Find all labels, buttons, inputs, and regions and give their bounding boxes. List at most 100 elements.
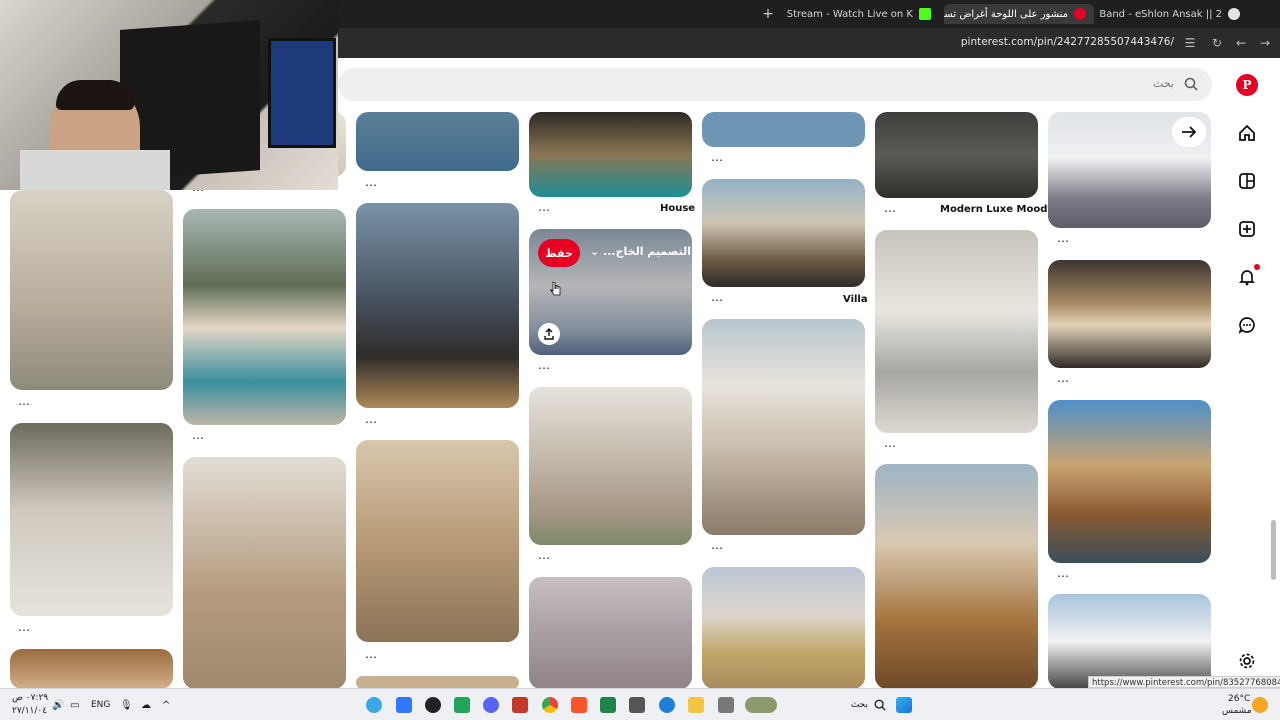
taskbar-search[interactable]: بحث — [800, 695, 890, 715]
pin-image[interactable] — [1048, 260, 1211, 368]
pin-more-button[interactable]: … — [884, 201, 897, 215]
pin-more-button[interactable]: … — [365, 175, 378, 189]
explore-icon[interactable] — [1236, 170, 1258, 192]
app-icon[interactable] — [454, 697, 470, 713]
pin-more-button[interactable]: … — [711, 538, 724, 552]
pin-more-button[interactable]: … — [711, 290, 724, 304]
chrome-icon[interactable] — [542, 697, 558, 713]
pin-more-button[interactable]: … — [538, 200, 551, 214]
pin-more-button[interactable]: … — [365, 647, 378, 661]
widget-thumbnail[interactable] — [745, 697, 777, 713]
pin-image[interactable] — [702, 567, 865, 689]
pin-image[interactable] — [10, 423, 173, 616]
microphone-icon[interactable]: 🎙 — [120, 700, 133, 711]
pin-more-button[interactable]: … — [711, 150, 724, 164]
reload-icon[interactable]: ↻ — [1209, 35, 1225, 51]
pin-image[interactable] — [702, 112, 865, 147]
pin-caption: Modern Luxe Moody... — [940, 204, 1065, 215]
app-icon[interactable] — [512, 697, 528, 713]
pin-more-button[interactable]: … — [192, 428, 205, 442]
pinterest-favicon-icon — [1074, 8, 1086, 20]
pin-more-button[interactable]: … — [1057, 231, 1070, 245]
file-explorer-icon[interactable] — [688, 697, 704, 713]
reader-mode-icon[interactable]: ☰ — [1182, 35, 1198, 51]
share-button[interactable] — [538, 323, 560, 345]
save-button[interactable]: حفظ — [538, 239, 580, 267]
pin-image[interactable] — [356, 112, 519, 171]
notification-badge — [1254, 264, 1260, 270]
search-bar[interactable]: بحث — [338, 68, 1212, 101]
next-arrow-button[interactable] — [1172, 117, 1206, 147]
windows-start-icon[interactable] — [896, 697, 912, 713]
app-icon[interactable] — [600, 697, 616, 713]
pin-more-button[interactable]: … — [1057, 371, 1070, 385]
pin-image[interactable] — [183, 209, 346, 425]
pin-caption: Villa — [843, 294, 868, 305]
clock-date[interactable]: ٢٧/١١/٠٤ — [12, 706, 47, 716]
pin-more-button[interactable]: … — [538, 548, 551, 562]
status-bar-url: https://www.pinterest.com/pin/8352776808… — [1088, 676, 1280, 688]
tab-miami-band[interactable]: Miami Band - eShlon Ansak || 2... ✕ — [1098, 4, 1248, 24]
pin-more-button[interactable]: … — [538, 358, 551, 372]
search-icon — [874, 699, 886, 711]
clock-time[interactable]: ٠٧:٢٩ ص — [12, 693, 48, 703]
pin-image[interactable] — [183, 457, 346, 689]
pin-image[interactable] — [529, 577, 692, 689]
pin-more-button[interactable]: … — [18, 620, 31, 634]
pin-image[interactable] — [529, 112, 692, 197]
onedrive-icon[interactable]: ☁ — [141, 700, 151, 711]
pinterest-logo-icon[interactable]: P — [1236, 74, 1258, 96]
pin-more-button[interactable]: … — [365, 412, 378, 426]
pin-more-button[interactable]: … — [884, 436, 897, 450]
pin-image[interactable] — [875, 230, 1038, 433]
app-icon[interactable] — [366, 697, 382, 713]
kick-favicon-icon — [919, 8, 931, 20]
chevron-down-icon: ⌄ — [590, 245, 600, 258]
notifications-icon[interactable] — [1236, 264, 1260, 288]
pin-image[interactable] — [875, 464, 1038, 689]
app-icon[interactable] — [396, 697, 412, 713]
taskbar: ٠٧:٢٩ ص ٢٧/١١/٠٤ 🔊 ▭ ENG 🎙 ☁ ^ بحث 26°C … — [0, 688, 1280, 720]
store-icon[interactable] — [629, 697, 645, 713]
app-icon[interactable] — [718, 697, 734, 713]
url-text[interactable]: pinterest.com/pin/2427728550744347​6/ — [961, 36, 1174, 48]
weather-temp[interactable]: 26°C — [1228, 694, 1250, 704]
new-tab-button[interactable]: + — [760, 4, 776, 24]
edge-icon[interactable] — [659, 697, 675, 713]
tray-chevron-icon[interactable]: ^ — [162, 700, 170, 711]
board-selector[interactable]: التصميم الخاج... ⌄ — [590, 245, 691, 258]
brave-icon[interactable] — [571, 697, 587, 713]
pin-caption: House — [660, 203, 696, 214]
sun-icon — [1252, 697, 1268, 713]
pin-image[interactable] — [1048, 594, 1211, 689]
settings-icon[interactable] — [1236, 650, 1258, 672]
pin-image[interactable] — [702, 319, 865, 535]
wifi-icon[interactable]: ▭ — [70, 700, 79, 711]
pin-image[interactable] — [10, 649, 173, 689]
language-indicator[interactable]: ENG — [91, 700, 110, 710]
pin-image[interactable] — [702, 179, 865, 287]
pin-more-button[interactable]: … — [18, 394, 31, 408]
obs-icon[interactable] — [425, 697, 441, 713]
webcam-person-hair — [56, 80, 134, 110]
back-icon[interactable]: → — [1257, 35, 1273, 51]
pin-image[interactable] — [10, 190, 173, 390]
forward-icon[interactable]: ← — [1233, 35, 1249, 51]
volume-icon[interactable]: 🔊 — [52, 700, 64, 711]
tab-kick-stream[interactable]: ozjjpg Stream - Watch Live on K... ✕ — [784, 4, 939, 24]
messages-icon[interactable] — [1236, 314, 1258, 336]
pin-image[interactable] — [875, 112, 1038, 198]
pin-image[interactable] — [1048, 400, 1211, 563]
pin-image[interactable] — [356, 203, 519, 408]
discord-icon[interactable] — [483, 697, 499, 713]
scrollbar-thumb[interactable] — [1271, 520, 1276, 580]
tab-pinterest[interactable]: منشور على اللوحة أغراض تستخ... ✕ — [944, 4, 1094, 24]
home-icon[interactable] — [1236, 122, 1258, 144]
create-icon[interactable] — [1236, 218, 1258, 240]
pin-image[interactable] — [529, 387, 692, 545]
arrow-right-icon — [1182, 126, 1197, 138]
webcam-person-shirt — [20, 150, 170, 190]
pin-more-button[interactable]: … — [1057, 566, 1070, 580]
pin-image[interactable] — [356, 440, 519, 642]
pinterest-side-nav: P — [1226, 60, 1270, 685]
